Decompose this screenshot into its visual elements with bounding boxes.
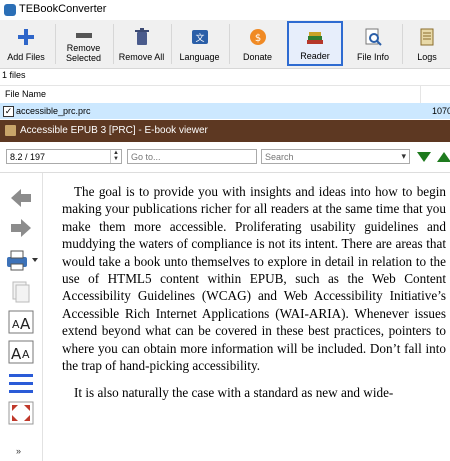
search-prev-arrow-icon[interactable] [437,152,450,162]
app-logo-icon [4,4,16,16]
add-files-label: Add Files [7,52,45,62]
viewer-title: Accessible EPUB 3 [PRC] - E-book viewer [20,125,208,136]
remove-all-button[interactable]: Remove All [115,21,168,66]
app-title-bar: TEBookConverter [0,0,450,20]
fullscreen-icon[interactable] [8,401,34,425]
main-toolbar: Add Files Remove Selected Remove All 文 L… [0,20,450,69]
logs-label: Logs [417,52,437,62]
file-row[interactable]: ✓ accessible_prc.prc 1070 [0,103,450,119]
page-value: 8.2 / 197 [10,152,46,162]
book-paragraph: The goal is to provide you with insights… [62,184,446,374]
remove-selected-button[interactable]: Remove Selected [57,21,110,66]
viewer-sidebar: AA AA » [0,173,43,461]
file-info-button[interactable]: File Info [346,21,400,66]
table-of-contents-icon[interactable] [8,371,34,395]
remove-selected-label: Remove Selected [65,43,102,63]
goto-input[interactable]: Go to... [127,149,257,164]
file-row-checkbox[interactable]: ✓ [3,106,14,117]
books-icon [307,32,323,44]
language-label: Language [179,52,220,62]
search-input[interactable]: Search ▾ [261,149,410,164]
chevron-down-icon[interactable]: ▾ [401,151,406,162]
print-icon[interactable] [4,248,40,272]
logs-button[interactable]: Logs [404,21,450,66]
magnifier-icon [365,28,382,46]
files-count: 1 files [2,70,26,80]
font-size-decrease-icon[interactable]: AA [8,340,34,364]
spin-arrows-icon[interactable]: ▲ ▼ [110,150,121,163]
donate-label: Donate [242,52,273,62]
search-next-arrow-icon[interactable] [417,152,431,162]
viewer-toolbar: 8.2 / 197 ▲ ▼ Go to... Search ▾ [0,142,450,173]
search-placeholder: Search [265,152,294,162]
donate-button[interactable]: $ Donate [231,21,284,66]
back-arrow-icon[interactable] [8,186,34,210]
svg-text:A: A [11,345,22,363]
svg-text:A: A [12,318,20,331]
svg-text:$: $ [254,33,260,44]
page-spinbox[interactable]: 8.2 / 197 ▲ ▼ [6,149,122,164]
add-files-button[interactable]: Add Files [0,21,52,66]
svg-text:A: A [22,348,30,361]
reader-button[interactable]: Reader [287,21,343,66]
viewer-book-icon [5,125,16,136]
plus-icon [18,29,34,45]
language-button[interactable]: 文 Language [173,21,226,66]
logs-icon [420,28,434,46]
donate-icon: $ [249,29,266,45]
remove-all-label: Remove All [118,52,165,62]
file-list-header: File Name [0,85,450,104]
file-info-label: File Info [356,52,389,62]
remove-selected-icon [75,33,92,38]
app-title: TEBookConverter [19,3,107,15]
file-name-column-header[interactable]: File Name [5,89,46,99]
more-tools-chevron-icon[interactable]: » [16,446,21,456]
copy-icon[interactable] [8,280,34,304]
file-row-size: 1070 [432,106,450,116]
goto-placeholder: Go to... [131,152,161,162]
book-paragraph: It is also naturally the case with a sta… [74,385,394,401]
viewer-title-bar: Accessible EPUB 3 [PRC] - E-book viewer [0,120,450,142]
file-row-name: accessible_prc.prc [16,106,91,116]
font-size-increase-icon[interactable]: AA [8,310,34,334]
svg-text:文: 文 [195,32,204,44]
book-content: The goal is to provide you with insights… [62,183,446,461]
forward-arrow-icon[interactable] [8,216,34,240]
reader-label: Reader [300,51,330,61]
trash-icon [134,28,149,45]
svg-text:A: A [20,315,31,333]
language-icon: 文 [191,30,208,44]
